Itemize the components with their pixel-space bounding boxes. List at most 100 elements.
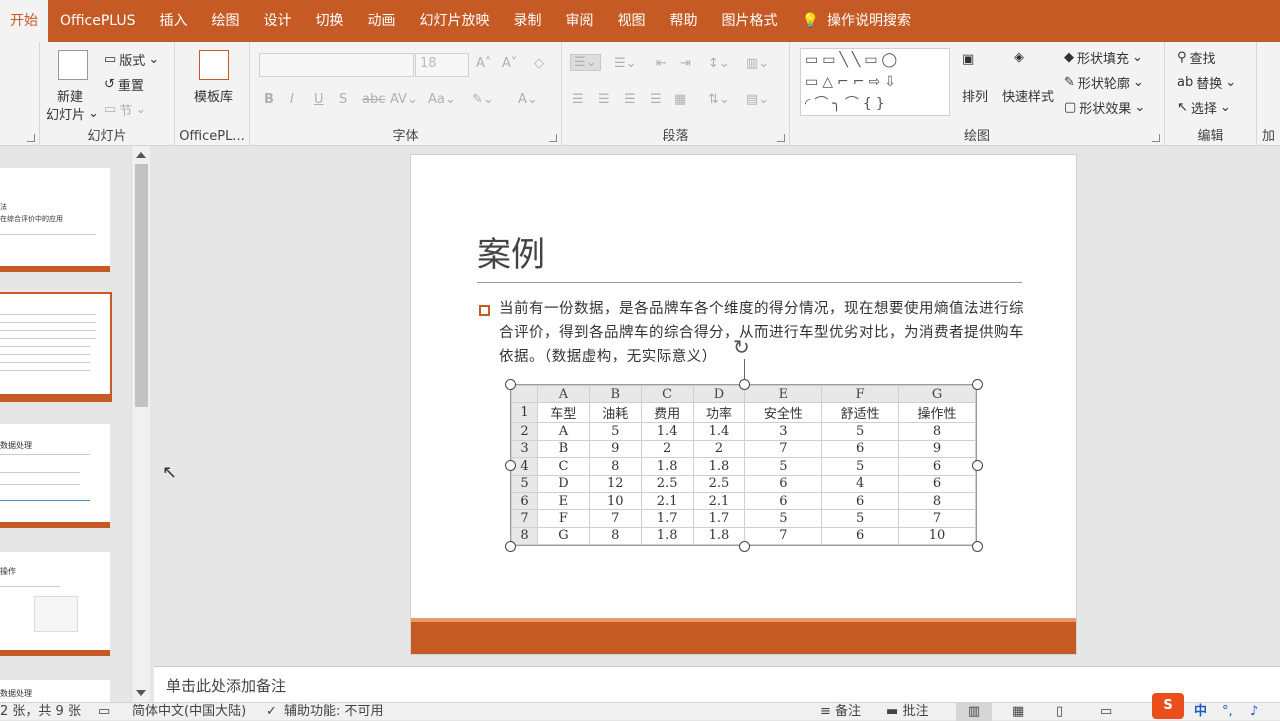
font-name-box[interactable]: [259, 53, 414, 77]
new-slide-dropdown[interactable]: 幻灯片 ⌄: [46, 104, 99, 123]
rotate-handle-icon[interactable]: ↻: [733, 335, 750, 359]
resize-handle-sw[interactable]: [505, 541, 516, 552]
columns-icon[interactable]: ▥⌄: [746, 56, 769, 71]
grow-font-icon[interactable]: A˄: [476, 56, 491, 71]
tab-2[interactable]: 插入: [148, 0, 200, 42]
slideshow-icon[interactable]: ▭: [1100, 703, 1112, 721]
resize-handle-se[interactable]: [972, 541, 983, 552]
slide-body-text[interactable]: 当前有一份数据，是各品牌车各个维度的得分情况，现在想要使用熵值法进行综合评价，得…: [499, 297, 1029, 369]
accessibility-status[interactable]: 辅助功能: 不可用: [284, 703, 384, 721]
italic-icon[interactable]: I: [290, 92, 294, 107]
tab-1[interactable]: OfficePLUS: [48, 0, 148, 42]
reading-view-icon[interactable]: ▯: [1056, 703, 1063, 721]
change-case-icon[interactable]: Aa⌄: [428, 92, 456, 107]
tab-8[interactable]: 录制: [502, 0, 554, 42]
quick-styles-button[interactable]: 快速样式: [1002, 86, 1054, 105]
drawing-launcher-icon[interactable]: [1152, 134, 1160, 142]
slide-thumbnail-4[interactable]: 操作: [0, 552, 110, 656]
tab-12[interactable]: 图片格式: [710, 0, 790, 42]
spell-check-icon[interactable]: ▭: [98, 703, 110, 721]
font-color-icon[interactable]: A⌄: [518, 92, 538, 107]
underline-icon[interactable]: U: [314, 92, 324, 107]
normal-view-icon[interactable]: ▥: [956, 703, 992, 721]
clear-format-icon[interactable]: ◇: [534, 56, 544, 71]
bold-icon[interactable]: B: [264, 92, 274, 107]
justify-icon[interactable]: ☰: [650, 92, 662, 107]
tab-9[interactable]: 审阅: [554, 0, 606, 42]
find-button[interactable]: ⚲ 查找: [1177, 48, 1216, 67]
slide-title[interactable]: 案例: [477, 227, 545, 276]
ime-logo-icon[interactable]: S: [1152, 693, 1184, 719]
arrange-icon: ▣: [962, 52, 975, 67]
spacing-icon[interactable]: AV⌄: [390, 92, 418, 107]
resize-handle-e[interactable]: [972, 460, 983, 471]
tab-0[interactable]: 开始: [0, 0, 48, 42]
line-spacing-icon[interactable]: ↕⌄: [708, 56, 730, 71]
comments-toggle[interactable]: ▬ 批注: [886, 703, 928, 721]
tell-me-search[interactable]: 💡 操作说明搜索: [790, 0, 923, 42]
numbering-icon[interactable]: ☰⌄: [614, 56, 637, 71]
notes-toggle[interactable]: ≡ 备注: [820, 703, 861, 721]
shape-fill-button[interactable]: ◆ 形状填充 ⌄: [1064, 48, 1143, 67]
smartart-icon[interactable]: ▤⌄: [746, 92, 769, 107]
slide-thumbnail-1[interactable]: 法 在综合评价中的应用: [0, 168, 110, 272]
microphone-icon[interactable]: ♪: [1250, 703, 1258, 721]
tab-10[interactable]: 视图: [606, 0, 658, 42]
increase-indent-icon[interactable]: ⇥: [680, 56, 691, 71]
ime-mode[interactable]: 中: [1194, 703, 1207, 721]
align-left-icon[interactable]: ☰: [572, 92, 584, 107]
text-direction-icon[interactable]: ⇅⌄: [708, 92, 730, 107]
slide-sorter-icon[interactable]: ▦: [1012, 703, 1024, 721]
distribute-icon[interactable]: ▦: [674, 92, 686, 107]
template-button[interactable]: 模板库: [194, 86, 233, 105]
slides-group-label: 幻灯片: [87, 129, 127, 144]
slide-thumbnail-5[interactable]: 数据处理: [0, 680, 110, 702]
scrollbar-thumb[interactable]: [135, 164, 148, 407]
table-cell: 操作性: [898, 401, 976, 424]
paragraph-launcher-icon[interactable]: [777, 134, 785, 142]
resize-handle-ne[interactable]: [972, 379, 983, 390]
scroll-up-icon[interactable]: [136, 152, 146, 158]
slide-thumbnail-2[interactable]: [0, 292, 112, 402]
thumb-text: 数据处理: [0, 441, 32, 450]
tab-6[interactable]: 动画: [356, 0, 408, 42]
slide-thumbnail-3[interactable]: 数据处理: [0, 424, 110, 528]
clipboard-launcher-icon[interactable]: [27, 134, 35, 142]
align-right-icon[interactable]: ☰: [624, 92, 636, 107]
shapes-gallery[interactable]: ▭▭╲╲▭◯ ▭△⌐⌐⇨⇩ ◜⌒╮⌒{}: [800, 48, 950, 116]
tab-4[interactable]: 设计: [252, 0, 304, 42]
decrease-indent-icon[interactable]: ⇤: [656, 56, 667, 71]
resize-handle-s[interactable]: [739, 541, 750, 552]
reset-button[interactable]: ↺ 重置: [104, 75, 144, 94]
tab-3[interactable]: 绘图: [200, 0, 252, 42]
tab-5[interactable]: 切换: [304, 0, 356, 42]
select-button[interactable]: ↖ 选择 ⌄: [1177, 98, 1231, 117]
shrink-font-icon[interactable]: A˅: [502, 56, 517, 71]
shadow-icon[interactable]: S: [339, 92, 347, 107]
resize-handle-n[interactable]: [739, 379, 750, 390]
shape-effects-button[interactable]: ▢ 形状效果 ⌄: [1064, 98, 1145, 117]
language-indicator[interactable]: 简体中文(中国大陆): [132, 703, 246, 721]
shape-outline-button[interactable]: ✎ 形状轮廓 ⌄: [1064, 73, 1144, 92]
layout-button[interactable]: ▭ 版式 ⌄: [104, 50, 159, 69]
notes-pane[interactable]: 单击此处添加备注: [154, 666, 1280, 702]
resize-handle-nw[interactable]: [505, 379, 516, 390]
scroll-down-icon[interactable]: [136, 690, 146, 696]
tab-7[interactable]: 幻灯片放映: [408, 0, 502, 42]
highlight-icon[interactable]: ✎⌄: [472, 92, 494, 107]
font-launcher-icon[interactable]: [549, 134, 557, 142]
strikethrough-icon[interactable]: abc: [362, 92, 385, 107]
thumbnail-scrollbar[interactable]: [131, 146, 150, 702]
resize-handle-w[interactable]: [505, 460, 516, 471]
bullets-icon[interactable]: ☰⌄: [570, 54, 601, 71]
new-slide-button[interactable]: 新建: [57, 86, 83, 105]
replace-button[interactable]: ab 替换 ⌄: [1177, 73, 1236, 92]
arrange-button[interactable]: 排列: [962, 86, 988, 105]
font-size-box[interactable]: 18: [415, 53, 469, 77]
punctuation-icon[interactable]: °,: [1222, 703, 1233, 721]
tab-11[interactable]: 帮助: [658, 0, 710, 42]
table-cell: D: [537, 474, 590, 493]
embedded-table-object[interactable]: ABCDEFG 1 车型 油耗 费用 功率 安全性 舒适性 操作性 2 A 5 1.4 1.4 3 5 8 3 B…: [510, 384, 977, 546]
align-center-icon[interactable]: ☰: [598, 92, 610, 107]
section-button[interactable]: ▭ 节 ⌄: [104, 100, 146, 119]
